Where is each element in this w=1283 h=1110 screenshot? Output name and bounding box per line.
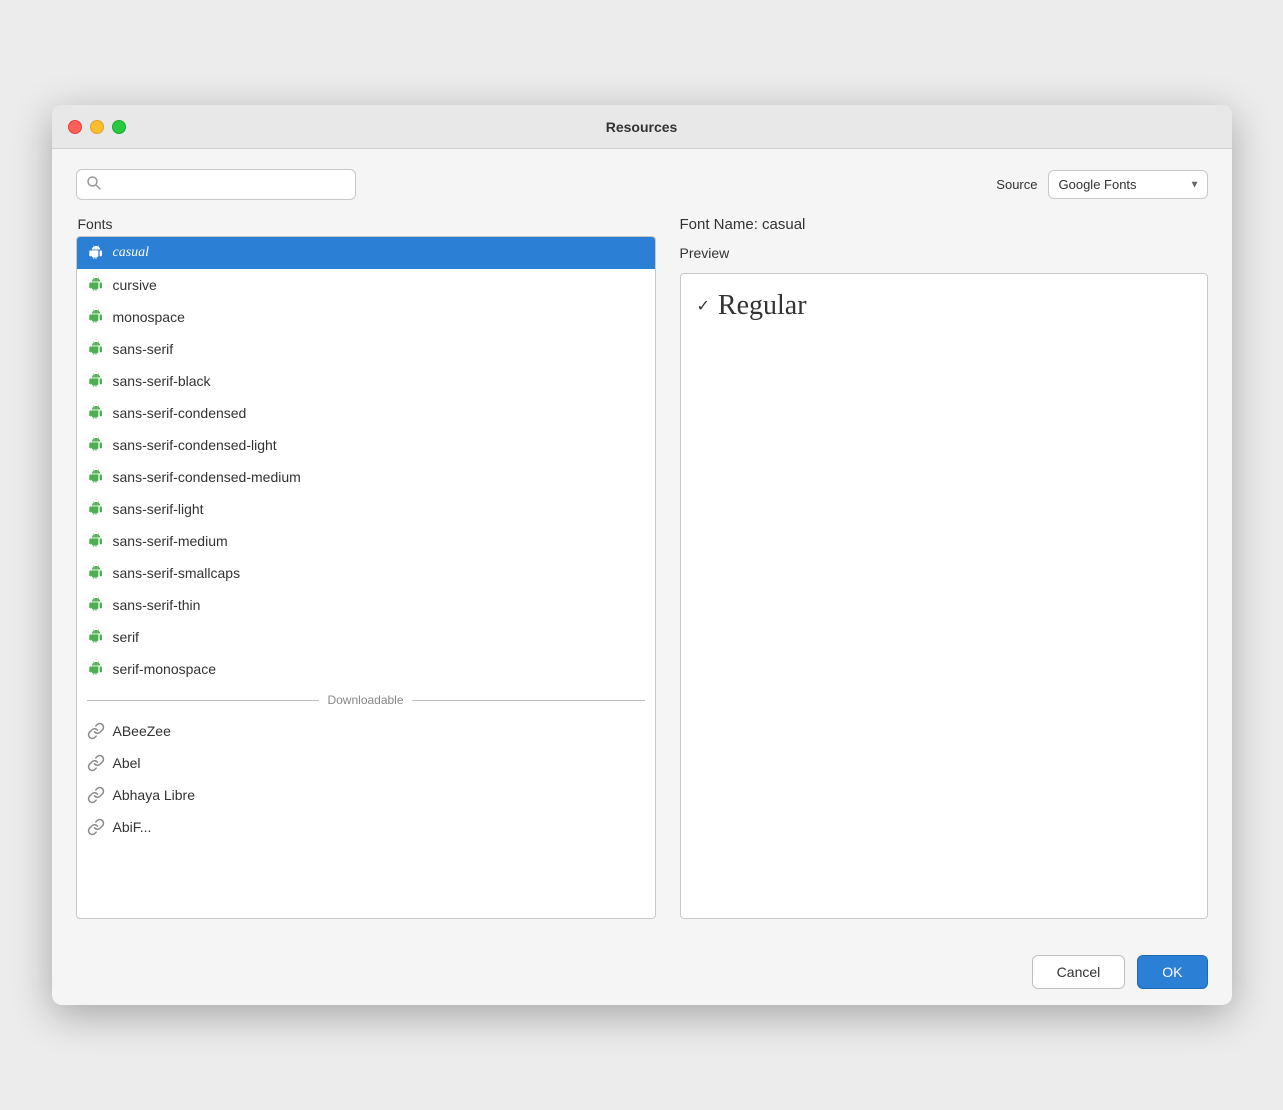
- font-item[interactable]: serif-monospace: [77, 653, 655, 685]
- font-item[interactable]: serif: [77, 621, 655, 653]
- source-select-wrapper: Google Fonts System Fonts: [1048, 170, 1208, 199]
- font-name-title: Font Name: casual: [680, 216, 1208, 233]
- check-icon: ✓: [697, 296, 710, 316]
- font-item[interactable]: monospace: [77, 301, 655, 333]
- traffic-lights: [68, 120, 126, 134]
- titlebar: Resources: [52, 105, 1232, 149]
- font-item[interactable]: cursive: [77, 269, 655, 301]
- bottom-bar: Cancel OK: [52, 939, 1232, 1005]
- source-select[interactable]: Google Fonts System Fonts: [1048, 170, 1208, 199]
- search-box: [76, 169, 356, 200]
- font-item[interactable]: Abhaya Libre: [77, 779, 655, 811]
- font-item[interactable]: sans-serif-condensed: [77, 397, 655, 429]
- font-item[interactable]: casual: [77, 237, 655, 269]
- font-item[interactable]: sans-serif-condensed-light: [77, 429, 655, 461]
- font-item[interactable]: ABeeZee: [77, 715, 655, 747]
- main-content: Source Google Fonts System Fonts Fonts c: [52, 149, 1232, 939]
- font-list-container: casual cursive monospace sans-serif sans…: [76, 236, 656, 919]
- right-panel: Font Name: casual Preview ✓ Regular: [656, 216, 1208, 919]
- font-item[interactable]: AbiF...: [77, 811, 655, 843]
- font-item[interactable]: sans-serif-smallcaps: [77, 557, 655, 589]
- maximize-button[interactable]: [112, 120, 126, 134]
- font-item[interactable]: sans-serif-condensed-medium: [77, 461, 655, 493]
- source-row: Source Google Fonts System Fonts: [996, 170, 1207, 199]
- font-item[interactable]: sans-serif: [77, 333, 655, 365]
- panel: Fonts casual cursive monospace sans-seri…: [76, 216, 1208, 919]
- left-panel: Fonts casual cursive monospace sans-seri…: [76, 216, 656, 919]
- font-item[interactable]: sans-serif-light: [77, 493, 655, 525]
- close-button[interactable]: [68, 120, 82, 134]
- fonts-label: Fonts: [76, 216, 656, 232]
- preview-item: ✓ Regular: [697, 290, 1191, 322]
- font-list[interactable]: casual cursive monospace sans-serif sans…: [77, 237, 655, 918]
- downloadable-separator: Downloadable: [77, 685, 655, 715]
- preview-text: Regular: [718, 290, 807, 322]
- ok-button[interactable]: OK: [1137, 955, 1207, 989]
- cancel-button[interactable]: Cancel: [1032, 955, 1126, 989]
- preview-box: ✓ Regular: [680, 273, 1208, 919]
- resources-window: Resources Source Google Fonts Sy: [52, 105, 1232, 1005]
- minimize-button[interactable]: [90, 120, 104, 134]
- search-icon: [87, 176, 101, 193]
- preview-label: Preview: [680, 245, 1208, 261]
- font-item[interactable]: sans-serif-medium: [77, 525, 655, 557]
- font-item[interactable]: Abel: [77, 747, 655, 779]
- toolbar: Source Google Fonts System Fonts: [76, 169, 1208, 200]
- font-item[interactable]: sans-serif-black: [77, 365, 655, 397]
- source-label: Source: [996, 177, 1037, 192]
- font-item[interactable]: sans-serif-thin: [77, 589, 655, 621]
- search-input[interactable]: [109, 177, 345, 192]
- downloadable-label: Downloadable: [327, 693, 403, 707]
- window-title: Resources: [606, 119, 678, 135]
